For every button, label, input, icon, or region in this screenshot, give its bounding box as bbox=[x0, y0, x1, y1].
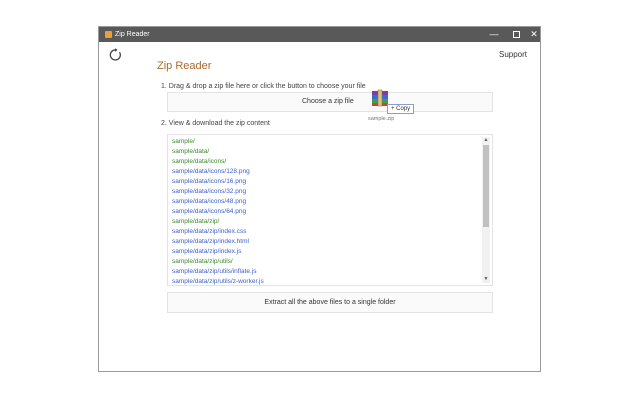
zip-entry-list: sample/sample/data/sample/data/icons/sam… bbox=[172, 137, 264, 285]
copy-tooltip: + Copy bbox=[387, 104, 415, 114]
file-link[interactable]: sample/data/zip/index.css bbox=[172, 227, 264, 237]
close-button[interactable]: ✕ bbox=[523, 27, 545, 42]
file-link[interactable]: sample/data/icons/128.png bbox=[172, 167, 264, 177]
extract-all-button[interactable]: Extract all the above files to a single … bbox=[167, 292, 493, 313]
folder-link[interactable]: sample/data/zip/ bbox=[172, 217, 264, 227]
file-link[interactable]: sample/data/icons/16.png bbox=[172, 177, 264, 187]
file-link[interactable]: sample/data/zip/index.js bbox=[172, 247, 264, 257]
scroll-thumb[interactable] bbox=[483, 145, 489, 227]
folder-link[interactable]: sample/data/zip/utils/ bbox=[172, 257, 264, 267]
folder-link[interactable]: sample/data/ bbox=[172, 147, 264, 157]
support-link[interactable]: Support bbox=[499, 50, 527, 59]
folder-link[interactable]: sample/data/icons/ bbox=[172, 157, 264, 167]
dragged-file-name: sample.zip bbox=[368, 116, 395, 122]
folder-link[interactable]: sample/ bbox=[172, 137, 264, 147]
step1-instructions: 1. Drag & drop a zip file here or click … bbox=[161, 83, 366, 90]
window-title: Zip Reader bbox=[115, 31, 150, 38]
minimize-button[interactable]: — bbox=[483, 27, 505, 42]
app-icon bbox=[105, 31, 112, 38]
scrollbar[interactable]: ▲ ▼ bbox=[482, 137, 490, 283]
choose-zip-button[interactable]: Choose a zip file bbox=[302, 98, 354, 105]
zip-content-list[interactable]: sample/sample/data/sample/data/icons/sam… bbox=[167, 134, 493, 286]
file-link[interactable]: sample/data/icons/32.png bbox=[172, 187, 264, 197]
step2-instructions: 2. View & download the zip content bbox=[161, 120, 270, 127]
drop-zone[interactable]: Choose a zip file bbox=[167, 92, 493, 112]
file-link[interactable]: sample/data/icons/48.png bbox=[172, 197, 264, 207]
file-link[interactable]: sample/data/icons/64.png bbox=[172, 207, 264, 217]
maximize-icon bbox=[512, 31, 520, 39]
scroll-down-icon[interactable]: ▼ bbox=[482, 276, 490, 283]
app-window: Zip Reader — ✕ Support Zip Reader 1. Dra… bbox=[98, 26, 541, 372]
scroll-up-icon[interactable]: ▲ bbox=[482, 137, 490, 144]
file-link[interactable]: sample/data/zip/index.html bbox=[172, 237, 264, 247]
refresh-icon[interactable] bbox=[109, 48, 123, 62]
title-bar: Zip Reader — ✕ bbox=[99, 27, 540, 42]
file-link[interactable]: sample/data/zip/utils/inflate.js bbox=[172, 267, 264, 277]
file-link[interactable]: sample/data/zip/utils/z-worker.js bbox=[172, 277, 264, 285]
page-title: Zip Reader bbox=[157, 60, 212, 72]
